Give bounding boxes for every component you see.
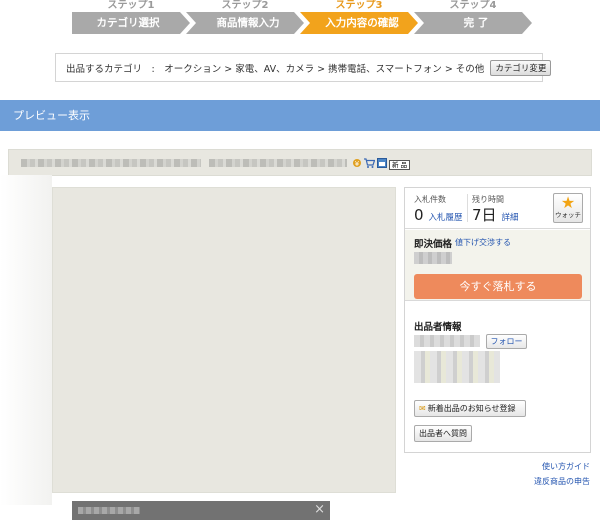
seller-section: 出品者情報 フォロー ✉ 新着出品のお知らせ登録 出品者へ質問 bbox=[405, 302, 590, 452]
preview-header: プレビュー表示 bbox=[0, 100, 600, 131]
step-1-label: カテゴリ選択 bbox=[96, 17, 160, 29]
bid-count-label: 入札件数 bbox=[414, 195, 446, 204]
item-title-blurred-2 bbox=[209, 159, 347, 167]
watch-button[interactable]: ★ ウォッチ bbox=[553, 193, 583, 223]
close-icon[interactable]: × bbox=[314, 502, 325, 518]
auction-panel: 入札件数 0 入札履歴 残り時間 7日 詳細 ★ ウォッチ 即決価格 値下げ交渉… bbox=[404, 187, 591, 453]
footer-links: 使い方ガイド 違反商品の申告 bbox=[534, 459, 590, 489]
negotiate-link[interactable]: 値下げ交渉する bbox=[455, 237, 511, 248]
step-4-label: 完 了 bbox=[463, 17, 489, 29]
store-icon bbox=[377, 158, 387, 171]
category-path: 出品するカテゴリ : オークション > 家電、AV、カメラ > 携帯電話、スマー… bbox=[66, 63, 485, 75]
bid-count-value: 0 bbox=[414, 206, 424, 224]
step-3-label: 入力内容の確認 bbox=[325, 17, 399, 29]
seller-title: 出品者情報 bbox=[414, 322, 462, 333]
follow-button[interactable]: フォロー bbox=[486, 334, 527, 349]
bell-icon: ✉ bbox=[419, 404, 426, 413]
watch-label: ウォッチ bbox=[555, 211, 581, 219]
svg-text:¥: ¥ bbox=[355, 160, 360, 168]
item-title-strip: ¥ 新 品 bbox=[8, 149, 592, 176]
step-2-label: 商品情報入力 bbox=[216, 17, 280, 29]
notify-label: 新着出品のお知らせ登録 bbox=[427, 404, 516, 413]
image-caption-bar: × bbox=[72, 501, 330, 520]
title-icons: ¥ 新 品 bbox=[352, 158, 411, 171]
step-progress: ステップ1 カテゴリ選択 ステップ2 商品情報入力 ステップ3 入力内容の確認 … bbox=[72, 0, 532, 36]
buy-now-button[interactable]: 今すぐ落札する bbox=[414, 274, 582, 299]
price-blurred bbox=[414, 252, 452, 264]
left-fade bbox=[0, 175, 52, 505]
step-2-number: ステップ2 bbox=[221, 0, 269, 11]
new-item-badge: 新 品 bbox=[389, 159, 411, 170]
buy-now-title: 即決価格 bbox=[414, 239, 453, 250]
item-image[interactable] bbox=[52, 187, 396, 493]
category-bar: 出品するカテゴリ : オークション > 家電、AV、カメラ > 携帯電話、スマー… bbox=[55, 53, 552, 82]
step-3-number: ステップ3 bbox=[335, 0, 383, 11]
ask-seller-button[interactable]: 出品者へ質問 bbox=[414, 425, 472, 442]
cart-icon bbox=[364, 158, 376, 171]
help-guide-link[interactable]: 使い方ガイド bbox=[534, 459, 590, 474]
caption-text-blurred bbox=[78, 507, 140, 514]
star-icon: ★ bbox=[560, 193, 576, 212]
change-category-button[interactable]: カテゴリ変更 bbox=[490, 59, 552, 76]
time-left-value: 7日 bbox=[472, 206, 497, 224]
step-1-number: ステップ1 bbox=[107, 0, 155, 11]
time-left-block: 残り時間 7日 詳細 bbox=[472, 194, 519, 223]
bid-info-row: 入札件数 0 入札履歴 残り時間 7日 詳細 ★ ウォッチ bbox=[405, 188, 590, 229]
time-left-label: 残り時間 bbox=[472, 195, 504, 204]
bid-count-block: 入札件数 0 入札履歴 bbox=[414, 194, 463, 223]
bid-history-link[interactable]: 入札履歴 bbox=[429, 211, 463, 223]
time-detail-link[interactable]: 詳細 bbox=[502, 211, 519, 223]
seller-name-blurred bbox=[414, 335, 480, 347]
buy-now-section: 即決価格 値下げ交渉する 今すぐ落札する bbox=[405, 230, 590, 301]
new-listing-notify-button[interactable]: ✉ 新着出品のお知らせ登録 bbox=[414, 400, 526, 417]
item-title-blurred bbox=[21, 159, 201, 167]
step-4-number: ステップ4 bbox=[449, 0, 497, 11]
fixed-price-icon: ¥ bbox=[352, 158, 362, 171]
report-violation-link[interactable]: 違反商品の申告 bbox=[534, 474, 590, 489]
seller-rating-blurred bbox=[414, 351, 500, 383]
